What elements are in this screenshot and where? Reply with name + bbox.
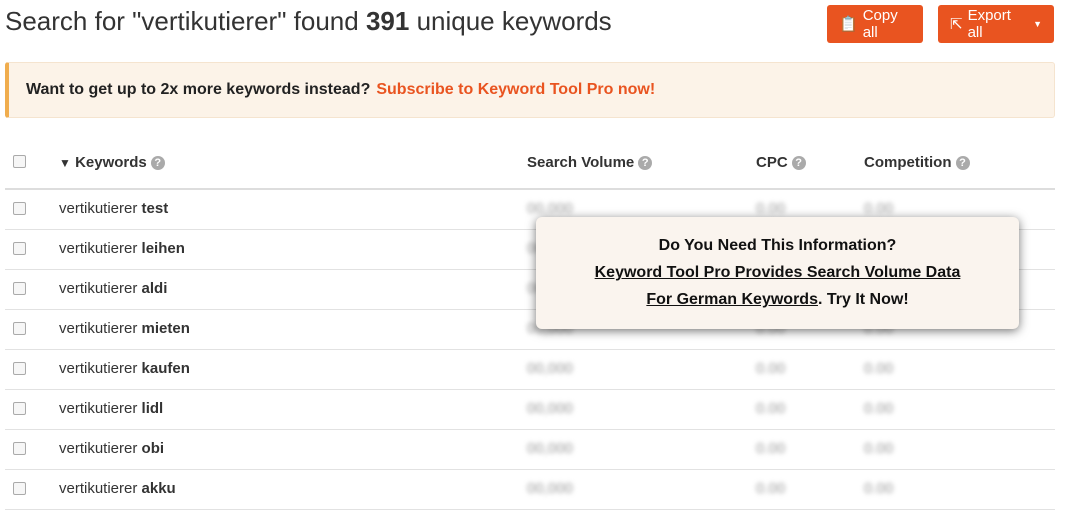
keyword-cell[interactable]: vertikutierer lidl [59,400,163,417]
sort-desc-icon: ▼ [59,156,71,170]
keyword-base: vertikutierer [59,280,142,297]
competition-header[interactable]: Competition? [864,154,970,171]
row-checkbox[interactable] [13,362,26,375]
table-row: vertikutierer obi 00,000 0.00 0.00 [5,429,1055,470]
keyword-cell[interactable]: vertikutierer test [59,200,168,217]
keyword-cell[interactable]: vertikutierer aldi [59,280,167,297]
title-suffix: unique keywords [409,6,612,36]
help-icon[interactable]: ? [791,156,806,170]
title-prefix: Search for "vertikutierer" found [5,6,366,36]
help-icon[interactable]: ? [150,156,165,170]
help-icon[interactable]: ? [955,156,970,170]
keyword-base: vertikutierer [59,320,142,337]
volume-cell: 00,000 [527,400,573,417]
export-icon: ⇱ [950,16,963,33]
keyword-base: vertikutierer [59,200,142,217]
volume-cell: 00,000 [527,360,573,377]
keyword-cell[interactable]: vertikutierer leihen [59,240,185,257]
cpc-cell: 0.00 [756,200,786,217]
competition-cell: 0.00 [864,200,894,217]
volume-header[interactable]: Search Volume? [527,154,653,171]
competition-cell: 0.00 [864,440,894,457]
keyword-base: vertikutierer [59,440,142,457]
upgrade-banner: Want to get up to 2x more keywords inste… [5,62,1055,118]
popup-link-2[interactable]: For German Keywords [646,291,818,308]
keyword-base: vertikutierer [59,360,142,377]
row-checkbox[interactable] [13,202,26,215]
select-all-checkbox[interactable] [13,155,26,168]
keyword-suffix: akku [141,480,176,497]
keyword-base: vertikutierer [59,240,142,257]
row-checkbox[interactable] [13,442,26,455]
row-checkbox[interactable] [13,482,26,495]
export-all-button[interactable]: ⇱ Export all ▼ [938,5,1054,43]
keyword-cell[interactable]: vertikutierer obi [59,440,164,457]
cpc-header[interactable]: CPC? [756,154,806,171]
upgrade-popup: Do You Need This Information? Keyword To… [536,217,1019,329]
keyword-suffix: leihen [141,240,185,257]
keyword-suffix: mieten [141,320,190,337]
cpc-cell: 0.00 [756,440,786,457]
volume-cell: 00,000 [527,440,573,457]
keyword-base: vertikutierer [59,400,142,417]
copy-all-button[interactable]: 📋 Copy all [827,5,923,43]
competition-cell: 0.00 [864,480,894,497]
row-checkbox[interactable] [13,402,26,415]
competition-cell: 0.00 [864,400,894,417]
table-header: ▼ Keywords? Search Volume? CPC? Competit… [5,140,1055,190]
export-label: Export all [967,7,1011,41]
table-row: vertikutierer kaufen 00,000 0.00 0.00 [5,349,1055,390]
keyword-suffix: lidl [141,400,164,417]
keywords-label: Keywords [75,154,147,171]
keyword-cell[interactable]: vertikutierer kaufen [59,360,190,377]
row-checkbox[interactable] [13,282,26,295]
popup-tail: . Try It Now! [817,291,909,308]
keyword-suffix: kaufen [141,360,190,377]
keywords-header[interactable]: ▼ Keywords? [59,154,165,171]
popup-heading: Do You Need This Information? [658,237,897,254]
table-row: vertikutierer akku 00,000 0.00 0.00 [5,469,1055,510]
cpc-cell: 0.00 [756,360,786,377]
cpc-cell: 0.00 [756,400,786,417]
caret-down-icon: ▼ [1033,19,1042,29]
competition-cell: 0.00 [864,360,894,377]
volume-cell: 00,000 [527,200,573,217]
keyword-cell[interactable]: vertikutierer akku [59,480,176,497]
keyword-suffix: test [141,200,169,217]
row-checkbox[interactable] [13,242,26,255]
row-checkbox[interactable] [13,322,26,335]
banner-text: Want to get up to 2x more keywords inste… [26,81,371,98]
help-icon[interactable]: ? [638,156,653,170]
volume-cell: 00,000 [527,480,573,497]
keyword-suffix: obi [141,440,165,457]
cpc-cell: 0.00 [756,480,786,497]
copy-label: Copy all [862,7,898,41]
table-row: vertikutierer lidl 00,000 0.00 0.00 [5,389,1055,430]
competition-label: Competition [864,154,952,171]
clipboard-icon: 📋 [839,16,858,33]
subscribe-link[interactable]: Subscribe to Keyword Tool Pro now! [376,81,655,99]
page-title: Search for "vertikutierer" found 391 uni… [5,6,612,37]
keyword-count: 391 [365,6,410,36]
keyword-cell[interactable]: vertikutierer mieten [59,320,190,337]
keyword-suffix: aldi [141,280,168,297]
popup-link[interactable]: Keyword Tool Pro Provides Search Volume … [595,264,961,281]
cpc-label: CPC [756,154,788,171]
keyword-base: vertikutierer [59,480,142,497]
volume-label: Search Volume [527,154,635,171]
